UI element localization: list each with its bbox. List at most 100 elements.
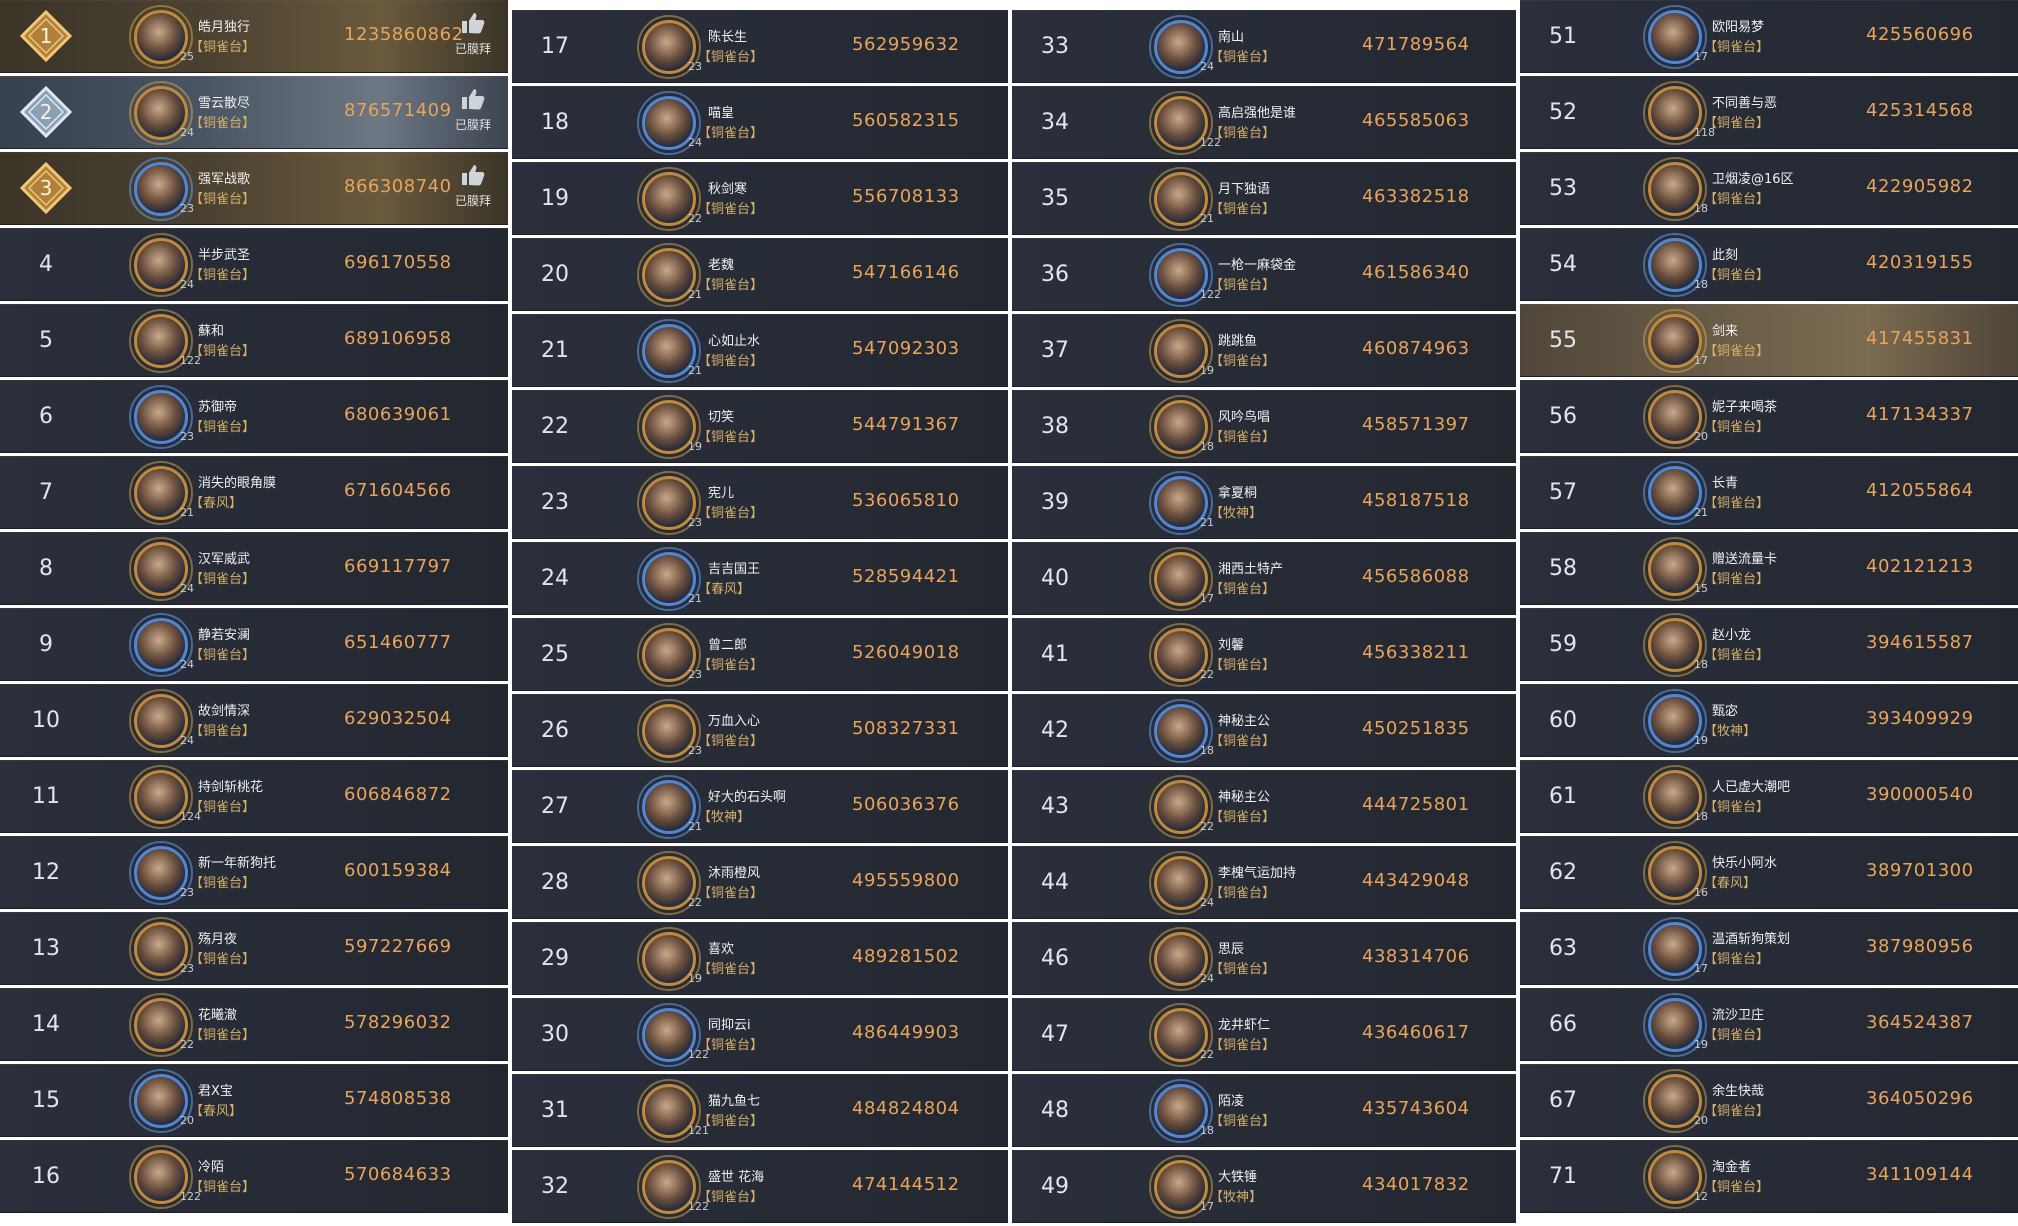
leaderboard-row[interactable]: 3 23 强军战歌 【铜雀台】 866308740 已膜拜 [0,152,508,225]
leaderboard-row[interactable]: 26 23 万血入心 【铜雀台】 508327331 [512,694,1008,767]
leaderboard-row[interactable]: 22 19 切笑 【铜雀台】 544791367 [512,390,1008,463]
leaderboard-row[interactable]: 51 17 欧阳易梦 【铜雀台】 425560696 [1520,0,2018,73]
rank-number: 66 [1549,1011,1577,1037]
leaderboard-row[interactable]: 23 23 宪儿 【铜雀台】 536065810 [512,466,1008,539]
leaderboard-row[interactable]: 56 20 妮子来喝茶 【铜雀台】 417134337 [1520,380,2018,453]
leaderboard-row[interactable]: 57 21 长青 【铜雀台】 412055864 [1520,456,2018,529]
leaderboard-row[interactable]: 71 12 淘金者 【铜雀台】 341109144 [1520,1140,2018,1213]
leaderboard-row[interactable]: 47 22 龙井虾仁 【铜雀台】 436460617 [1012,998,1516,1071]
leaderboard-row[interactable]: 19 22 秋剑寒 【铜雀台】 556708133 [512,162,1008,235]
leaderboard-row[interactable]: 5 122 蘇和 【铜雀台】 689106958 [0,304,508,377]
rank-number: 3 [39,176,53,200]
rank-number: 13 [32,935,60,961]
player-score: 450251835 [1362,718,1470,739]
rank-number: 24 [541,565,569,591]
leaderboard-row[interactable]: 29 19 喜欢 【铜雀台】 489281502 [512,922,1008,995]
rank-number: 9 [39,631,53,657]
leaderboard-row[interactable]: 12 23 新一年新狗托 【铜雀台】 600159384 [0,836,508,909]
leaderboard-row[interactable]: 52 118 不同善与恶 【铜雀台】 425314568 [1520,76,2018,149]
player-name: 思辰 [1218,942,1245,957]
leaderboard-row[interactable]: 49 17 大铁锤 【牧神】 434017832 [1012,1150,1516,1223]
leaderboard-row[interactable]: 58 15 赠送流量卡 【铜雀台】 402121213 [1520,532,2018,605]
leaderboard-row[interactable]: 6 23 苏御帝 【铜雀台】 680639061 [0,380,508,453]
leaderboard-row[interactable]: 20 21 老魏 【铜雀台】 547166146 [512,238,1008,311]
leaderboard-row[interactable]: 9 24 静若安澜 【铜雀台】 651460777 [0,608,508,681]
leaderboard-row[interactable]: 54 18 此刻 【铜雀台】 420319155 [1520,228,2018,301]
leaderboard-row[interactable]: 7 21 消失的眼角膜 【春风】 671604566 [0,456,508,529]
player-title: 【铜雀台】 [698,734,764,749]
leaderboard-row[interactable]: 43 22 神秘主公 【铜雀台】 444725801 [1012,770,1516,843]
player-name: 宪儿 [708,486,735,501]
player-name: 赵小龙 [1712,628,1752,643]
leaderboard-row[interactable]: 17 23 陈长生 【铜雀台】 562959632 [512,10,1008,83]
leaderboard-row[interactable]: 63 17 温酒斩狗策划 【铜雀台】 387980956 [1520,912,2018,985]
like-button[interactable]: 已膜拜 [450,12,496,62]
player-score: 436460617 [1362,1022,1470,1043]
leaderboard-row[interactable]: 38 18 风吟鸟唱 【铜雀台】 458571397 [1012,390,1516,463]
leaderboard-row[interactable]: 14 22 花曦澈 【铜雀台】 578296032 [0,988,508,1061]
leaderboard-column-4: 51 17 欧阳易梦 【铜雀台】 425560696 52 118 不同善与恶 【铜雀台】 425… [1520,0,2018,1216]
leaderboard-row[interactable]: 37 19 跳跳鱼 【铜雀台】 460874963 [1012,314,1516,387]
leaderboard-row[interactable]: 48 18 陌凌 【铜雀台】 435743604 [1012,1074,1516,1147]
leaderboard-row[interactable]: 67 20 余生快哉 【铜雀台】 364050296 [1520,1064,2018,1137]
player-score: 629032504 [344,708,452,729]
rank-number: 61 [1549,783,1577,809]
leaderboard-row[interactable]: 11 124 持剑斩桃花 【铜雀台】 606846872 [0,760,508,833]
player-name: 流沙卫庄 [1712,1008,1765,1023]
thumbs-up-icon [461,164,485,186]
leaderboard-row[interactable]: 44 24 李槐气运加持 【铜雀台】 443429048 [1012,846,1516,919]
leaderboard-row[interactable]: 34 122 高启强他是谁 【铜雀台】 465585063 [1012,86,1516,159]
leaderboard-row[interactable]: 16 122 冷陌 【铜雀台】 570684633 [0,1140,508,1213]
leaderboard-row[interactable]: 55 17 剑来 【铜雀台】 417455831 [1520,304,2018,377]
leaderboard-row[interactable]: 13 23 殇月夜 【铜雀台】 597227669 [0,912,508,985]
player-score: 460874963 [1362,338,1470,359]
leaderboard-row[interactable]: 25 23 曾二郎 【铜雀台】 526049018 [512,618,1008,691]
leaderboard-row[interactable]: 32 122 盛世 花海 【铜雀台】 474144512 [512,1150,1008,1223]
leaderboard-row[interactable]: 46 24 思辰 【铜雀台】 438314706 [1012,922,1516,995]
leaderboard-row[interactable]: 40 17 湘西土特产 【铜雀台】 456586088 [1012,542,1516,615]
leaderboard-row[interactable]: 21 21 心如止水 【铜雀台】 547092303 [512,314,1008,387]
leaderboard-row[interactable]: 15 20 君X宝 【春风】 574808538 [0,1064,508,1137]
player-score: 680639061 [344,404,452,425]
leaderboard-row[interactable]: 66 19 流沙卫庄 【铜雀台】 364524387 [1520,988,2018,1061]
player-score: 606846872 [344,784,452,805]
leaderboard-row[interactable]: 42 18 神秘主公 【铜雀台】 450251835 [1012,694,1516,767]
like-button[interactable]: 已膜拜 [450,88,496,138]
leaderboard-row[interactable]: 24 21 吉吉国王 【春风】 528594421 [512,542,1008,615]
leaderboard-row[interactable]: 30 122 同抑云i 【铜雀台】 486449903 [512,998,1008,1071]
leaderboard-row[interactable]: 35 21 月下独语 【铜雀台】 463382518 [1012,162,1516,235]
player-name: 赠送流量卡 [1712,552,1778,567]
player-name: 半步武圣 [198,248,251,263]
player-score: 420319155 [1866,252,1974,273]
leaderboard-row[interactable]: 18 24 喵皇 【铜雀台】 560582315 [512,86,1008,159]
leaderboard-row[interactable]: 39 21 拿夏桐 【牧神】 458187518 [1012,466,1516,539]
leaderboard-row[interactable]: 10 24 故剑情深 【铜雀台】 629032504 [0,684,508,757]
leaderboard-row[interactable]: 28 22 沐雨橙风 【铜雀台】 495559800 [512,846,1008,919]
player-title: 【铜雀台】 [1704,1028,1770,1043]
rank-number: 17 [541,33,569,59]
leaderboard-row[interactable]: 31 121 猫九鱼七 【铜雀台】 484824804 [512,1074,1008,1147]
leaderboard-row[interactable]: 61 18 人已虚大潮吧 【铜雀台】 390000540 [1520,760,2018,833]
leaderboard-row[interactable]: 1 25 皓月独行 【铜雀台】 1235860862 已膜拜 [0,0,508,73]
player-name: 心如止水 [708,334,761,349]
player-title: 【铜雀台】 [1210,582,1276,597]
player-score: 387980956 [1866,936,1974,957]
like-label: 已膜拜 [454,42,491,56]
leaderboard-row[interactable]: 41 22 刘馨 【铜雀台】 456338211 [1012,618,1516,691]
leaderboard-row[interactable]: 2 24 雪云散尽 【铜雀台】 876571409 已膜拜 [0,76,508,149]
leaderboard-row[interactable]: 33 24 南山 【铜雀台】 471789564 [1012,10,1516,83]
leaderboard-row[interactable]: 62 16 快乐小阿水 【春风】 389701300 [1520,836,2018,909]
leaderboard-row[interactable]: 8 24 汉军威武 【铜雀台】 669117797 [0,532,508,605]
rank-number: 59 [1549,631,1577,657]
rank-number: 44 [1041,869,1069,895]
leaderboard-row[interactable]: 60 19 甄宓 【牧神】 393409929 [1520,684,2018,757]
player-name: 新一年新狗托 [198,856,277,871]
player-name: 不同善与恶 [1712,96,1778,111]
player-name: 甄宓 [1712,704,1739,719]
like-button[interactable]: 已膜拜 [450,164,496,214]
leaderboard-row[interactable]: 36 122 一枪一麻袋金 【铜雀台】 461586340 [1012,238,1516,311]
leaderboard-row[interactable]: 59 18 赵小龙 【铜雀台】 394615587 [1520,608,2018,681]
leaderboard-row[interactable]: 53 18 卫烟凌@16区 【铜雀台】 422905982 [1520,152,2018,225]
leaderboard-row[interactable]: 27 21 好大的石头啊 【牧神】 506036376 [512,770,1008,843]
leaderboard-row[interactable]: 4 24 半步武圣 【铜雀台】 696170558 [0,228,508,301]
